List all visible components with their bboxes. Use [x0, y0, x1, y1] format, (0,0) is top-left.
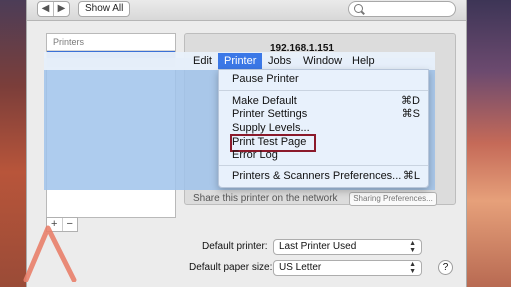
share-printer-checkbox-label[interactable]: Share this printer on the network [193, 193, 338, 204]
printers-list-header: Printers [47, 34, 175, 51]
default-paper-size-value: US Letter [279, 262, 322, 273]
nav-segment: ◀ ▶ [37, 1, 70, 17]
default-printer-value: Last Printer Used [279, 241, 357, 252]
default-printer-label: Default printer: [202, 241, 268, 252]
search-input[interactable] [348, 1, 456, 17]
menu-separator [219, 165, 428, 166]
window-toolbar: ◀ ▶ Show All [27, 0, 466, 21]
menu-item-shortcut: ⌘L [402, 170, 420, 182]
app-menubar: Edit Printer Jobs Window Help [44, 52, 435, 70]
menu-item-shortcut: ⌘D [401, 95, 420, 107]
menu-window[interactable]: Window [297, 53, 348, 69]
help-button[interactable]: ? [438, 260, 453, 275]
menu-printer[interactable]: Printer [218, 53, 263, 69]
menu-item-label: Supply Levels... [232, 122, 310, 134]
menu-item-printers-scanners-preferences[interactable]: Printers & Scanners Preferences... ⌘L [232, 170, 420, 183]
menu-item-make-default[interactable]: Make Default ⌘D [232, 95, 420, 108]
default-paper-size-label: Default paper size: [189, 262, 273, 273]
menu-item-label: Pause Printer [232, 73, 299, 85]
updown-chevron-icon: ▲ ▼ [409, 261, 416, 275]
menu-item-label: Printers & Scanners Preferences... [232, 170, 402, 182]
sharing-preferences-button[interactable]: Sharing Preferences... [349, 192, 437, 206]
back-arrow-icon[interactable]: ◀ [38, 2, 53, 16]
default-paper-size-popup[interactable]: US Letter ▲ ▼ [273, 260, 422, 276]
menu-help[interactable]: Help [346, 53, 381, 69]
menu-item-printer-settings[interactable]: Printer Settings ⌘S [232, 108, 420, 121]
menu-edit[interactable]: Edit [187, 53, 218, 69]
search-icon [354, 4, 363, 13]
printer-dropdown-menu: Pause Printer Make Default ⌘D Printer Se… [218, 69, 429, 188]
menu-separator [219, 90, 428, 91]
menu-item-label: Printer Settings [232, 108, 308, 120]
desktop-wallpaper-right [465, 0, 511, 287]
forward-arrow-icon[interactable]: ▶ [53, 2, 69, 16]
updown-chevron-icon: ▲ ▼ [409, 240, 416, 254]
default-printer-popup[interactable]: Last Printer Used ▲ ▼ [273, 239, 422, 255]
show-all-button[interactable]: Show All [78, 1, 131, 17]
menu-jobs[interactable]: Jobs [262, 53, 297, 69]
menu-item-error-log[interactable]: Error Log [232, 149, 420, 162]
annotation-arrow-icon [23, 225, 77, 282]
menu-item-shortcut: ⌘S [401, 108, 420, 120]
menu-item-pause-printer[interactable]: Pause Printer [232, 73, 420, 86]
menu-item-label: Make Default [232, 95, 297, 107]
menu-item-label: Error Log [232, 149, 278, 161]
